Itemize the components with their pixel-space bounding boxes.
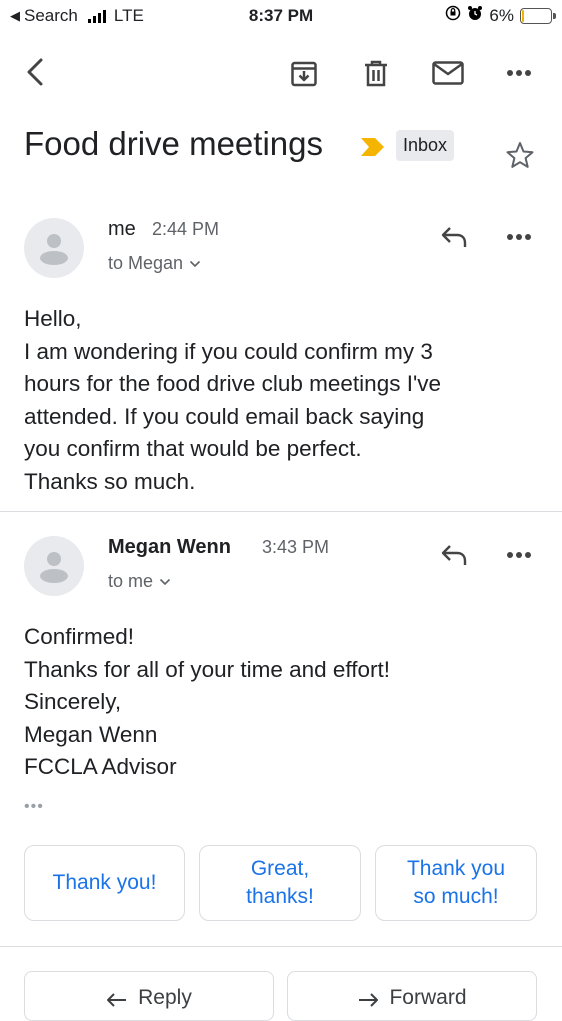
show-trimmed-content-button[interactable]: •••: [24, 798, 44, 816]
sender-name: Megan Wenn: [108, 536, 231, 558]
thread-subject: Food drive meetings: [24, 125, 323, 162]
smart-reply-chip[interactable]: Great, thanks!: [199, 845, 361, 921]
back-button[interactable]: [18, 55, 52, 89]
archive-button[interactable]: [287, 56, 321, 90]
message-body: Hello, I am wondering if you could confi…: [24, 306, 442, 494]
star-button[interactable]: [503, 138, 537, 172]
message-body: Confirmed! Thanks for all of your time a…: [24, 624, 391, 779]
more-options-button[interactable]: [502, 56, 536, 90]
actions-divider: [0, 946, 562, 947]
reply-icon: [441, 545, 467, 565]
recipients-text: to Megan: [108, 253, 184, 273]
status-right: 6%: [445, 5, 556, 26]
message-time: 3:43 PM: [262, 537, 330, 557]
reply-button[interactable]: [437, 538, 471, 572]
chevron-down-icon: [159, 578, 171, 585]
message-divider: [0, 511, 562, 512]
more-horizontal-icon: [507, 70, 531, 76]
chevron-down-icon: [189, 260, 201, 267]
inbox-label[interactable]: Inbox: [396, 130, 455, 161]
star-icon: [506, 142, 534, 168]
alarm-icon: [467, 5, 483, 26]
avatar: [24, 218, 84, 278]
reply-icon: [107, 993, 127, 1007]
battery-percent: 6%: [489, 5, 514, 25]
arrow-back-icon: [27, 58, 43, 86]
forward-action-button[interactable]: Forward: [287, 971, 537, 1021]
message-more-button[interactable]: [502, 220, 536, 254]
archive-icon: [291, 61, 317, 87]
trash-icon: [365, 60, 387, 87]
reply-action-button[interactable]: Reply: [24, 971, 274, 1021]
battery-fill: [522, 9, 524, 22]
recipients-text: to me: [108, 571, 154, 591]
delete-button[interactable]: [359, 56, 393, 90]
sender-name: me: [108, 218, 136, 240]
smart-reply-chip[interactable]: Thank you!: [24, 845, 185, 921]
mail-icon: [432, 61, 464, 85]
reply-button[interactable]: [437, 220, 471, 254]
message-time: 2:44 PM: [152, 219, 220, 239]
important-marker-icon[interactable]: [360, 136, 386, 163]
reply-label: Reply: [138, 986, 192, 1009]
avatar: [24, 536, 84, 596]
reply-icon: [441, 227, 467, 247]
forward-icon: [359, 993, 379, 1007]
recipients-toggle[interactable]: to Megan: [108, 253, 201, 274]
status-bar: ◀ Search LTE 8:37 PM 6%: [0, 0, 562, 32]
mark-unread-button[interactable]: [430, 56, 466, 90]
more-horizontal-icon: [507, 552, 531, 558]
more-horizontal-icon: [507, 234, 531, 240]
battery-icon: [520, 7, 556, 24]
recipients-toggle[interactable]: to me: [108, 571, 171, 592]
message-more-button[interactable]: [502, 538, 536, 572]
smart-reply-chip[interactable]: Thank you so much!: [375, 845, 537, 921]
forward-label: Forward: [389, 986, 467, 1009]
orientation-lock-icon: [445, 5, 461, 26]
